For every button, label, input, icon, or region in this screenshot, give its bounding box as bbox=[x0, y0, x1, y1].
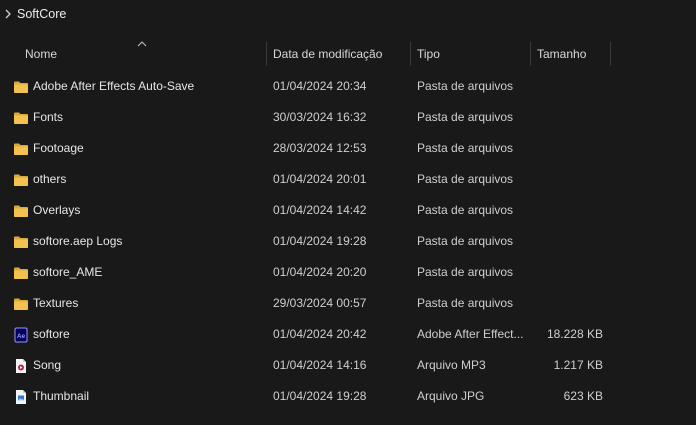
file-modified: 29/03/2024 00:57 bbox=[273, 296, 367, 310]
column-divider[interactable] bbox=[266, 42, 267, 66]
column-divider[interactable] bbox=[530, 42, 531, 66]
file-name[interactable]: Overlays bbox=[33, 203, 80, 217]
column-header-type[interactable]: Tipo bbox=[417, 40, 440, 68]
folder-icon bbox=[13, 203, 29, 219]
column-header-name[interactable]: Nome bbox=[25, 40, 57, 68]
file-name[interactable]: Thumbnail bbox=[33, 389, 89, 403]
folder-icon bbox=[13, 110, 29, 126]
file-modified: 01/04/2024 19:28 bbox=[273, 234, 367, 248]
file-name[interactable]: Adobe After Effects Auto-Save bbox=[33, 79, 194, 93]
after-effects-file-icon: Ae bbox=[13, 327, 29, 343]
file-name[interactable]: Song bbox=[33, 358, 61, 372]
file-type: Pasta de arquivos bbox=[417, 203, 514, 217]
folder-icon bbox=[13, 141, 29, 157]
file-type: Pasta de arquivos bbox=[417, 79, 514, 93]
file-type: Pasta de arquivos bbox=[417, 141, 514, 155]
svg-text:Ae: Ae bbox=[17, 333, 26, 340]
breadcrumb: SoftCore bbox=[0, 0, 696, 28]
file-row[interactable]: Thumbnail 01/04/2024 19:28 Arquivo JPG 623 … bbox=[0, 381, 696, 412]
file-row[interactable]: Overlays 01/04/2024 14:42 Pasta de arquivo… bbox=[0, 195, 696, 226]
file-name[interactable]: Textures bbox=[33, 296, 78, 310]
column-header-bar: Nome Data de modificação Tipo Tamanho bbox=[0, 40, 696, 68]
file-name[interactable]: Footoage bbox=[33, 141, 84, 155]
file-type: Pasta de arquivos bbox=[417, 172, 514, 186]
sort-ascending-icon bbox=[137, 37, 147, 47]
file-type: Arquivo JPG bbox=[417, 389, 485, 403]
folder-icon bbox=[13, 296, 29, 312]
file-row[interactable]: softore.aep Logs 01/04/2024 19:28 Pasta de… bbox=[0, 226, 696, 257]
file-row[interactable]: Ae softore 01/04/2024 20:42 Adobe After Eff… bbox=[0, 319, 696, 350]
file-modified: 30/03/2024 16:32 bbox=[273, 110, 367, 124]
column-header-modified[interactable]: Data de modificação bbox=[273, 40, 382, 68]
file-modified: 01/04/2024 20:42 bbox=[273, 327, 367, 341]
folder-icon bbox=[13, 234, 29, 250]
file-size: 18.228 KB bbox=[546, 327, 603, 341]
column-divider[interactable] bbox=[610, 42, 611, 66]
file-row[interactable]: Footoage 28/03/2024 12:53 Pasta de arquivo… bbox=[0, 133, 696, 164]
column-header-size[interactable]: Tamanho bbox=[537, 40, 586, 68]
file-type: Pasta de arquivos bbox=[417, 234, 514, 248]
file-modified: 01/04/2024 20:34 bbox=[273, 79, 367, 93]
column-divider[interactable] bbox=[410, 42, 411, 66]
chevron-right-icon[interactable] bbox=[4, 7, 12, 21]
file-modified: 01/04/2024 14:16 bbox=[273, 358, 367, 372]
file-name[interactable]: softore.aep Logs bbox=[33, 234, 122, 248]
file-row[interactable]: Fonts 30/03/2024 16:32 Pasta de arquivos bbox=[0, 102, 696, 133]
file-modified: 01/04/2024 20:20 bbox=[273, 265, 367, 279]
folder-icon bbox=[13, 172, 29, 188]
breadcrumb-folder[interactable]: SoftCore bbox=[17, 7, 66, 21]
mp3-file-icon bbox=[13, 358, 29, 374]
file-type: Pasta de arquivos bbox=[417, 110, 514, 124]
file-row[interactable]: Textures 29/03/2024 00:57 Pasta de arquivo… bbox=[0, 288, 696, 319]
folder-icon bbox=[13, 265, 29, 281]
file-name[interactable]: softore_AME bbox=[33, 265, 102, 279]
file-row[interactable]: Adobe After Effects Auto-Save 01/04/2024 … bbox=[0, 71, 696, 102]
file-row[interactable]: softore_AME 01/04/2024 20:20 Pasta de arqu… bbox=[0, 257, 696, 288]
file-modified: 01/04/2024 19:28 bbox=[273, 389, 367, 403]
file-type: Adobe After Effect... bbox=[417, 327, 524, 341]
file-type: Arquivo MP3 bbox=[417, 358, 486, 372]
file-modified: 01/04/2024 20:01 bbox=[273, 172, 367, 186]
file-name[interactable]: others bbox=[33, 172, 66, 186]
file-size: 623 KB bbox=[563, 389, 603, 403]
file-type: Pasta de arquivos bbox=[417, 265, 514, 279]
file-modified: 01/04/2024 14:42 bbox=[273, 203, 367, 217]
file-name[interactable]: softore bbox=[33, 327, 70, 341]
file-type: Pasta de arquivos bbox=[417, 296, 514, 310]
file-row[interactable]: others 01/04/2024 20:01 Pasta de arquivos bbox=[0, 164, 696, 195]
jpg-file-icon bbox=[13, 389, 29, 405]
file-size: 1.217 KB bbox=[553, 358, 603, 372]
file-row[interactable]: Song 01/04/2024 14:16 Arquivo MP3 1.217 KB bbox=[0, 350, 696, 381]
folder-icon bbox=[13, 79, 29, 95]
file-name[interactable]: Fonts bbox=[33, 110, 63, 124]
file-modified: 28/03/2024 12:53 bbox=[273, 141, 367, 155]
